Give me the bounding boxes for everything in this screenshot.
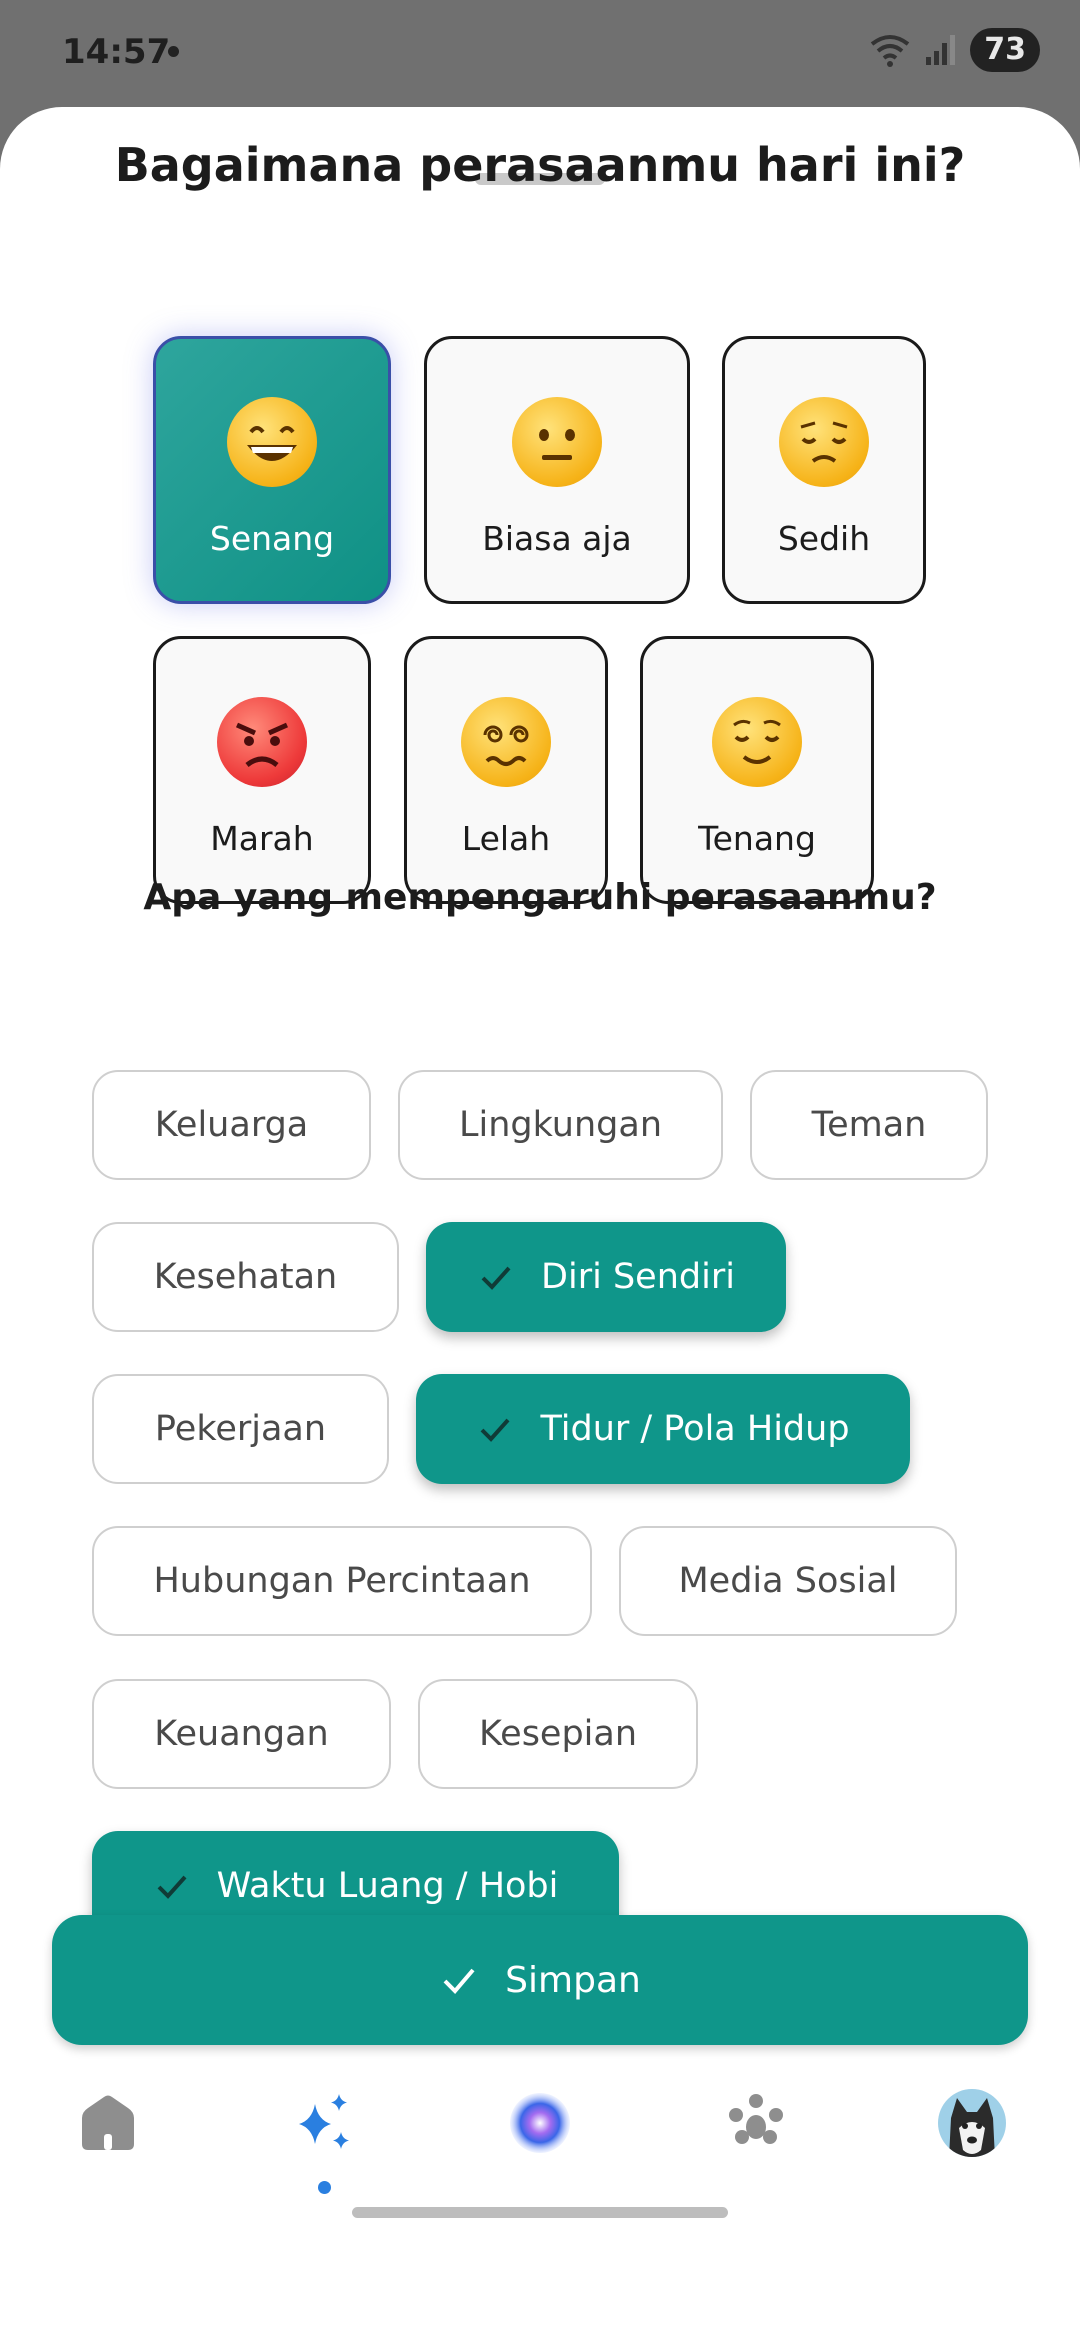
chip-pekerjaan[interactable]: Pekerjaan (92, 1374, 389, 1484)
chip-label: Kesehatan (153, 1257, 338, 1297)
relieved-face-icon (712, 697, 802, 787)
check-icon (443, 1968, 475, 1994)
chip-media-sosial[interactable]: Media Sosial (619, 1526, 957, 1636)
wifi-icon (871, 35, 910, 67)
chip-keuangan[interactable]: Keuangan (92, 1679, 391, 1789)
chip-kesehatan[interactable]: Kesehatan (92, 1222, 399, 1332)
save-button-label: Simpan (505, 1959, 641, 2001)
chip-label: Keluarga (154, 1105, 309, 1145)
mood-option-senang[interactable]: Senang (153, 336, 391, 604)
nav-ai-assistant[interactable] (480, 2068, 600, 2178)
mood-option-marah[interactable]: Marah (153, 636, 371, 904)
mood-option-lelah[interactable]: Lelah (404, 636, 608, 904)
home-icon (82, 2095, 134, 2150)
battery-indicator: 73 (970, 28, 1040, 72)
chip-teman[interactable]: Teman (750, 1070, 988, 1180)
mood-label: Biasa aja (482, 519, 632, 558)
dizzy-face-icon (461, 697, 551, 787)
ai-orb-icon (510, 2093, 570, 2153)
chip-kesepian[interactable]: Kesepian (418, 1679, 698, 1789)
profile-avatar (938, 2089, 1006, 2157)
sparkle-icon (299, 2094, 349, 2149)
check-icon (157, 1875, 187, 1899)
mood-label: Sedih (777, 519, 871, 558)
chip-label: Kesepian (478, 1714, 638, 1754)
mood-label: Lelah (461, 819, 551, 858)
nav-sparkle[interactable] (264, 2068, 384, 2178)
mood-option-biasa-aja[interactable]: Biasa aja (424, 336, 690, 604)
check-icon (481, 1266, 511, 1290)
chip-label: Keuangan (154, 1714, 329, 1754)
chip-label: Lingkungan (458, 1105, 663, 1145)
nav-profile[interactable] (912, 2068, 1032, 2178)
notification-dot-icon (168, 46, 179, 57)
status-time: 14:57 (62, 32, 171, 72)
mood-question-title: Bagaimana perasaanmu hari ini? (114, 138, 966, 192)
check-icon (481, 1418, 510, 1442)
chip-diri-sendiri[interactable]: Diri Sendiri (426, 1222, 786, 1332)
bottom-navigation (0, 2068, 1080, 2188)
chip-keluarga[interactable]: Keluarga (92, 1070, 371, 1180)
chip-lingkungan[interactable]: Lingkungan (398, 1070, 723, 1180)
chip-label: Diri Sendiri (541, 1257, 735, 1297)
chip-label: Tidur / Pola Hidup (540, 1409, 850, 1449)
factor-question-title: Apa yang mempengaruhi perasaanmu? (143, 877, 937, 918)
chip-label: Pekerjaan (154, 1409, 327, 1449)
mood-label: Marah (210, 819, 314, 858)
nav-home[interactable] (48, 2068, 168, 2178)
angry-face-icon (217, 697, 307, 787)
community-icon (729, 2094, 783, 2144)
status-bar: 14:57 73 (0, 0, 1080, 105)
chip-label: Media Sosial (678, 1561, 898, 1601)
gesture-home-indicator[interactable] (352, 2207, 728, 2218)
nav-active-indicator (318, 2181, 331, 2194)
mood-option-sedih[interactable]: Sedih (722, 336, 926, 604)
signal-icon (926, 35, 956, 65)
nav-community[interactable] (696, 2068, 816, 2178)
chip-label: Teman (811, 1105, 927, 1145)
chip-tidur-pola-hidup[interactable]: Tidur / Pola Hidup (416, 1374, 910, 1484)
pensive-face-icon (779, 397, 869, 487)
save-button[interactable]: Simpan (52, 1915, 1028, 2045)
chip-label: Hubungan Percintaan (153, 1561, 531, 1601)
chip-hubungan-percintaan[interactable]: Hubungan Percintaan (92, 1526, 592, 1636)
mood-option-tenang[interactable]: Tenang (640, 636, 874, 904)
status-icons: 73 (868, 28, 1040, 72)
chip-label: Waktu Luang / Hobi (216, 1866, 559, 1906)
neutral-face-icon (512, 397, 602, 487)
mood-label: Tenang (698, 819, 816, 858)
mood-label: Senang (209, 519, 335, 558)
grinning-face-icon (227, 397, 317, 487)
